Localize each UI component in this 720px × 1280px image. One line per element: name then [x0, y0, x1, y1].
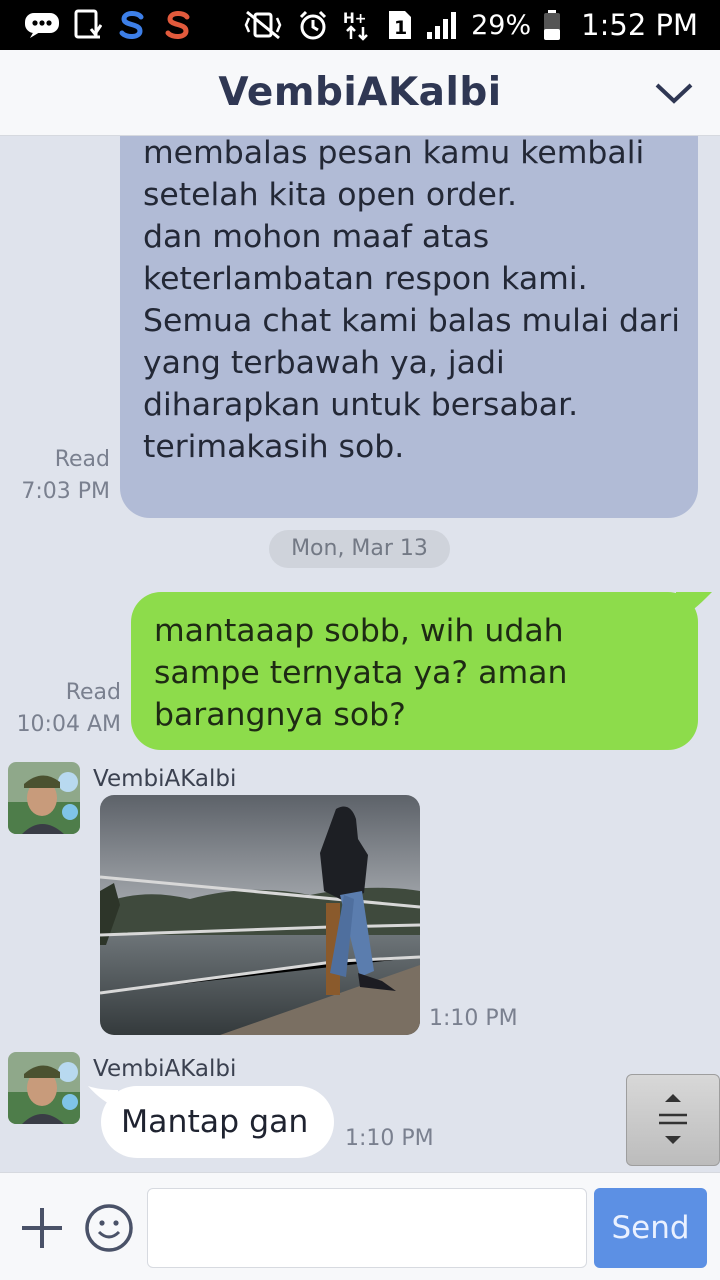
- avatar[interactable]: [8, 762, 80, 834]
- signal-icon: [425, 8, 459, 42]
- notification-icons: [24, 8, 194, 42]
- message-line: yang terbawah ya, jadi: [143, 345, 505, 381]
- scroll-nav-button[interactable]: [626, 1074, 720, 1166]
- message-line: dan mohon maaf atas: [143, 219, 490, 255]
- chat-title: VembiAKalbi: [218, 70, 502, 115]
- message-line: sampe ternyata ya? aman: [154, 655, 568, 691]
- incoming-message-bubble[interactable]: Mantap gan: [101, 1086, 334, 1158]
- sender-name: VembiAKalbi: [93, 1056, 237, 1082]
- outgoing-message-bubble[interactable]: mantaaap sobb, wih udah sampe ternyata y…: [131, 592, 698, 750]
- message-line: setelah kita open order.: [143, 177, 517, 213]
- vibrate-mute-icon: [241, 8, 285, 42]
- message-input[interactable]: [147, 1188, 587, 1268]
- message-input-bar: Send: [0, 1172, 720, 1280]
- message-meta: Read 10:04 AM: [10, 677, 121, 741]
- s-app-icon: [162, 8, 194, 42]
- battery-icon: [543, 8, 561, 42]
- photo-message[interactable]: [100, 795, 420, 1035]
- message-meta: Read 7:03 PM: [10, 444, 110, 508]
- read-receipt: Read: [65, 680, 121, 705]
- svg-text:H+: H+: [343, 11, 366, 27]
- svg-text:1: 1: [394, 17, 407, 39]
- message-line: terimakasih sob.: [143, 429, 405, 465]
- status-bar: H+ 1 29% 1:52 PM: [0, 0, 720, 50]
- download-icon: [74, 8, 102, 42]
- plus-icon[interactable]: [20, 1206, 64, 1250]
- message-line: diharapkan untuk bersabar.: [143, 387, 579, 423]
- date-divider: Mon, Mar 13: [269, 530, 450, 568]
- battery-percent: 29%: [471, 9, 532, 41]
- chat-area[interactable]: membalas pesan kamu kembali setelah kita…: [0, 136, 720, 1172]
- outgoing-message-bubble[interactable]: membalas pesan kamu kembali setelah kita…: [120, 136, 698, 518]
- s-app-icon: [116, 8, 148, 42]
- avatar[interactable]: [8, 1052, 80, 1124]
- message-time: 7:03 PM: [21, 479, 110, 504]
- sender-name: VembiAKalbi: [93, 766, 237, 792]
- message-line: mantaaap sobb, wih udah: [154, 613, 564, 649]
- alarm-icon: [297, 8, 329, 42]
- read-receipt: Read: [54, 447, 110, 472]
- message-line: barangnya sob?: [154, 697, 406, 733]
- message-line: Semua chat kami balas mulai dari: [143, 303, 680, 339]
- message-time: 1:10 PM: [429, 1006, 518, 1031]
- emoji-icon[interactable]: [84, 1203, 134, 1253]
- message-time: 10:04 AM: [16, 712, 121, 737]
- system-icons: H+ 1 29% 1:52 PM: [241, 6, 698, 44]
- scroll-arrows-icon: [659, 1094, 687, 1144]
- clock: 1:52 PM: [581, 8, 698, 42]
- send-button[interactable]: Send: [594, 1188, 707, 1268]
- message-time: 1:10 PM: [345, 1126, 434, 1151]
- chat-header: VembiAKalbi: [0, 50, 720, 136]
- message-line: keterlambatan respon kami.: [143, 261, 588, 297]
- message-line: membalas pesan kamu kembali: [143, 136, 645, 171]
- chevron-down-icon[interactable]: [654, 76, 694, 110]
- sim-icon: 1: [387, 8, 413, 42]
- network-type-icon: H+: [341, 8, 375, 42]
- chat-bubble-icon: [24, 8, 60, 42]
